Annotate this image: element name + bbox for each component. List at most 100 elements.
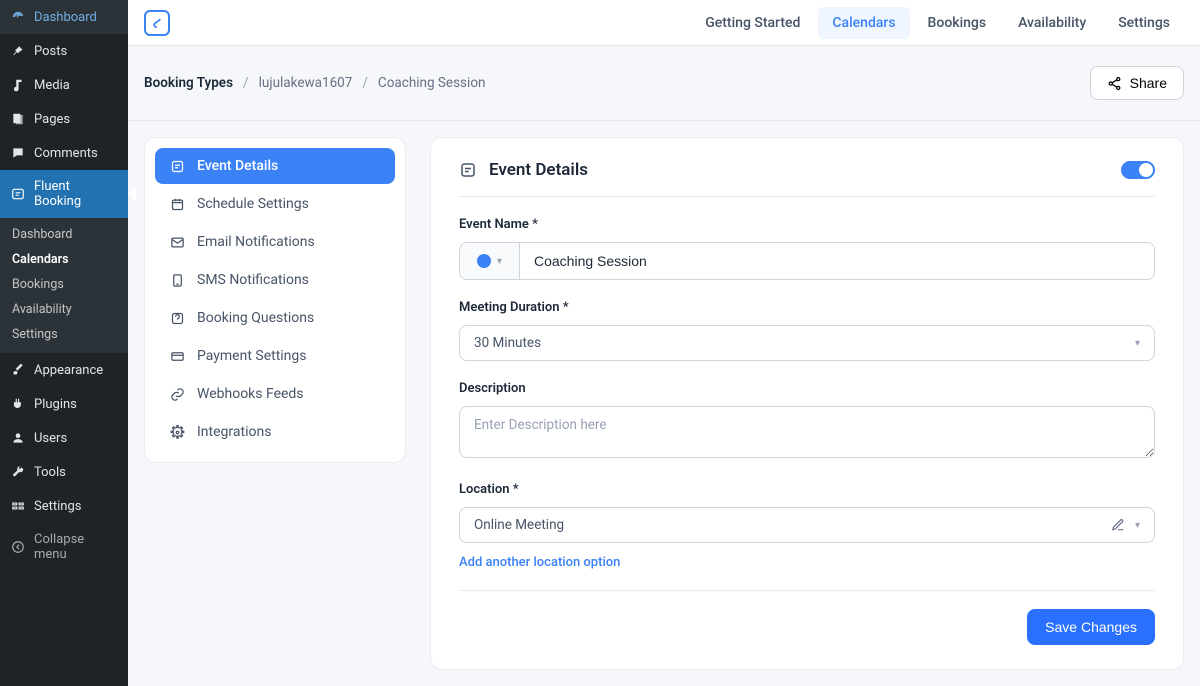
settings-nav-label: Payment Settings: [197, 348, 307, 364]
settings-nav-webhooks-feeds[interactable]: Webhooks Feeds: [155, 376, 395, 412]
tab-calendars[interactable]: Calendars: [818, 7, 909, 39]
collapse-icon: [10, 539, 26, 555]
sidebar-item-label: Tools: [34, 465, 66, 480]
sidebar-subitem-bookings[interactable]: Bookings: [0, 272, 128, 297]
sidebar-item-label: Plugins: [34, 397, 77, 412]
settings-nav-email-notifications[interactable]: Email Notifications: [155, 224, 395, 260]
add-location-link[interactable]: Add another location option: [459, 555, 620, 570]
tab-bookings[interactable]: Bookings: [914, 7, 1001, 39]
sidebar-item-plugins[interactable]: Plugins: [0, 387, 128, 421]
sidebar-item-label: Settings: [34, 499, 81, 514]
location-select[interactable]: Online Meeting ▾: [459, 507, 1155, 543]
share-icon: [1107, 76, 1122, 91]
crumb-user[interactable]: lujulakewa1607: [259, 75, 353, 91]
page-icon: [10, 111, 26, 127]
field-location: Location * Online Meeting ▾ Add another …: [459, 482, 1155, 570]
color-picker[interactable]: ▾: [460, 243, 520, 279]
sidebar-collapse[interactable]: Collapse menu: [0, 523, 128, 571]
sidebar-item-fluent-booking[interactable]: Fluent Booking: [0, 170, 128, 218]
plugin-icon: [10, 396, 26, 412]
settings-nav-event-details[interactable]: Event Details: [155, 148, 395, 184]
chevron-down-icon: ▾: [497, 256, 502, 267]
sidebar-subitem-settings[interactable]: Settings: [0, 322, 128, 347]
event-details-panel: Event Details Event Name * ▾ M: [430, 137, 1184, 670]
sidebar-subitem-dashboard[interactable]: Dashboard: [0, 222, 128, 247]
settings-nav-integrations[interactable]: Integrations: [155, 414, 395, 450]
sidebar-item-tools[interactable]: Tools: [0, 455, 128, 489]
save-button[interactable]: Save Changes: [1027, 609, 1155, 645]
sidebar-item-label: Media: [34, 78, 70, 93]
content-area: Event Details Schedule Settings Email Noti…: [128, 121, 1200, 686]
panel-title: Event Details: [489, 160, 588, 180]
active-toggle[interactable]: [1121, 161, 1155, 179]
settings-nav-schedule-settings[interactable]: Schedule Settings: [155, 186, 395, 222]
crumb-sep: /: [243, 75, 249, 91]
crumb-current: Coaching Session: [378, 75, 486, 91]
sidebar-item-label: Posts: [34, 44, 67, 59]
duration-select[interactable]: 30 Minutes ▾: [459, 325, 1155, 361]
share-button[interactable]: Share: [1090, 66, 1184, 100]
sidebar-item-pages[interactable]: Pages: [0, 102, 128, 136]
settings-nav-booking-questions[interactable]: Booking Questions: [155, 300, 395, 336]
settings-nav-label: Booking Questions: [197, 310, 314, 326]
sidebar-item-settings[interactable]: Settings: [0, 489, 128, 523]
field-duration: Meeting Duration * 30 Minutes ▾: [459, 300, 1155, 361]
color-swatch: [477, 254, 491, 268]
event-name-input[interactable]: [520, 243, 1154, 279]
question-icon: [169, 310, 185, 326]
sidebar-subitem-availability[interactable]: Availability: [0, 297, 128, 322]
sidebar-item-label: Dashboard: [34, 10, 97, 25]
mail-icon: [169, 234, 185, 250]
sidebar-subitem-calendars[interactable]: Calendars: [0, 247, 128, 272]
payment-icon: [169, 348, 185, 364]
sidebar-item-dashboard[interactable]: Dashboard: [0, 0, 128, 34]
settings-nav-label: SMS Notifications: [197, 272, 309, 288]
top-navigation: Getting StartedCalendarsBookingsAvailabi…: [691, 7, 1184, 39]
label-location: Location *: [459, 482, 1155, 497]
sidebar-item-posts[interactable]: Posts: [0, 34, 128, 68]
main-area: Getting StartedCalendarsBookingsAvailabi…: [128, 0, 1200, 686]
tab-availability[interactable]: Availability: [1004, 7, 1100, 39]
tab-settings[interactable]: Settings: [1104, 7, 1184, 39]
label-event-name: Event Name *: [459, 217, 1155, 232]
sidebar-item-label: Fluent Booking: [34, 179, 118, 209]
wrench-icon: [10, 464, 26, 480]
sidebar-item-appearance[interactable]: Appearance: [0, 353, 128, 387]
sidebar-item-users[interactable]: Users: [0, 421, 128, 455]
integration-icon: [169, 424, 185, 440]
wp-admin-sidebar: Dashboard Posts Media PagesComments Fluent …: [0, 0, 128, 686]
sidebar-item-media[interactable]: Media: [0, 68, 128, 102]
field-event-name: Event Name * ▾: [459, 217, 1155, 280]
share-label: Share: [1130, 75, 1167, 91]
settings-nav-sms-notifications[interactable]: SMS Notifications: [155, 262, 395, 298]
location-value: Online Meeting: [474, 517, 564, 533]
sidebar-item-comments[interactable]: Comments: [0, 136, 128, 170]
field-description: Description: [459, 381, 1155, 462]
brand-logo: [144, 10, 170, 36]
settings-nav-label: Event Details: [197, 158, 278, 174]
comment-icon: [10, 145, 26, 161]
duration-value: 30 Minutes: [474, 335, 541, 351]
sidebar-item-label: Appearance: [34, 363, 103, 378]
tab-getting-started[interactable]: Getting Started: [691, 7, 814, 39]
label-duration: Meeting Duration *: [459, 300, 1155, 315]
clock-icon: [169, 196, 185, 212]
edit-icon[interactable]: [1111, 518, 1125, 532]
collapse-label: Collapse menu: [34, 532, 118, 562]
description-input[interactable]: [459, 406, 1155, 458]
pin-icon: [10, 43, 26, 59]
settings-nav: Event Details Schedule Settings Email Noti…: [144, 137, 406, 463]
settings-nav-payment-settings[interactable]: Payment Settings: [155, 338, 395, 374]
sms-icon: [169, 272, 185, 288]
details-icon: [459, 161, 477, 179]
user-icon: [10, 430, 26, 446]
fluent-icon: [10, 186, 26, 202]
settings-nav-label: Webhooks Feeds: [197, 386, 304, 402]
details-icon: [169, 158, 185, 174]
settings-nav-label: Email Notifications: [197, 234, 315, 250]
breadcrumb: Booking Types / lujulakewa1607 / Coachin…: [144, 75, 485, 91]
crumb-sep: /: [362, 75, 368, 91]
panel-header: Event Details: [459, 160, 1155, 197]
settings-icon: [10, 498, 26, 514]
crumb-root[interactable]: Booking Types: [144, 75, 233, 91]
